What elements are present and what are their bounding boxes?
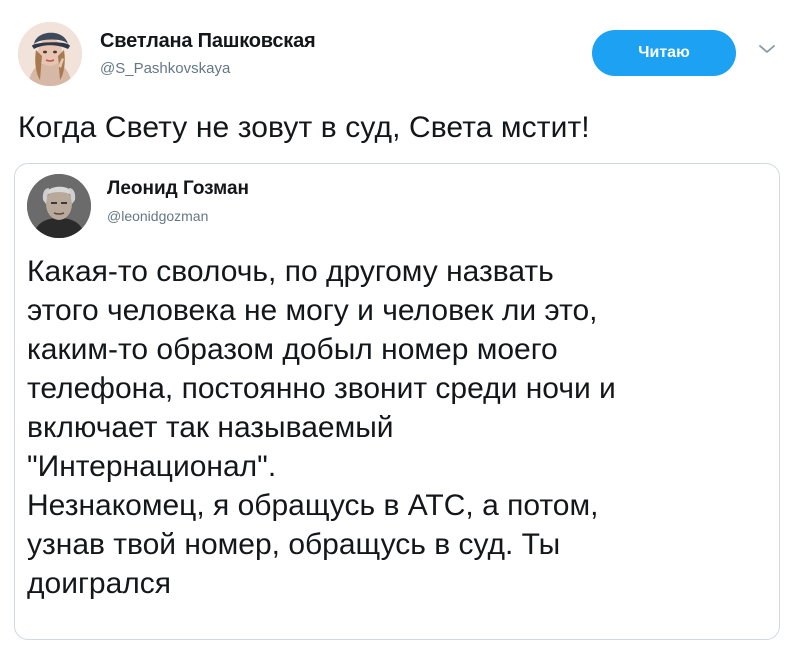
- quoted-author-handle: @leonidgozman: [107, 208, 209, 224]
- following-button[interactable]: Читаю: [592, 30, 736, 76]
- quoted-text-line: Какая-то сволочь, по другому назвать: [27, 255, 554, 288]
- quoted-text-line: Незнакомец, я обращусь в АТС, а потом,: [27, 489, 599, 522]
- quoted-text-line: доигрался: [27, 567, 172, 600]
- following-button-label: Читаю: [638, 44, 690, 61]
- tweet-text: Когда Свету не зовут в суд, Света мстит!: [18, 111, 590, 144]
- author-name[interactable]: Светлана Пашковская: [100, 30, 316, 53]
- quoted-text-line: этого человека не могу и человек ли это,: [27, 294, 598, 327]
- quoted-text-line: каким-то образом добыл номер моего: [27, 333, 558, 366]
- quoted-tweet-text: Какая-то сволочь, по другому назвать это…: [27, 252, 767, 603]
- quoted-author-name: Леонид Гозман: [107, 178, 249, 199]
- quoted-author-avatar: [27, 174, 91, 238]
- author-avatar[interactable]: [18, 22, 82, 86]
- quoted-text-line: узнав твой номер, обращусь в суд. Ты: [27, 528, 561, 561]
- quoted-text-line: телефона, постоянно звонит среди ночи и: [27, 372, 616, 405]
- chevron-down-icon[interactable]: [758, 42, 776, 54]
- quoted-text-line: "Интернационал".: [27, 450, 277, 483]
- tweet: Светлана Пашковская @S_Pashkovskaya Чита…: [0, 0, 800, 663]
- quoted-tweet[interactable]: Леонид Гозман @leonidgozman Какая-то сво…: [14, 163, 780, 640]
- quoted-text-line: включает так называемый: [27, 411, 394, 444]
- author-handle[interactable]: @S_Pashkovskaya: [100, 60, 230, 77]
